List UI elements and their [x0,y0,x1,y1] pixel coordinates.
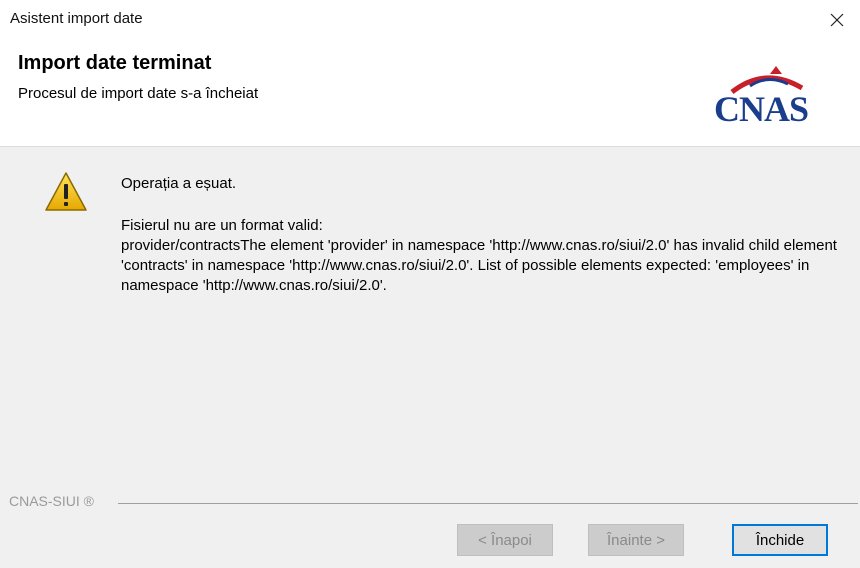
wizard-header: Import date terminat Procesul de import … [0,40,860,147]
window-title: Asistent import date [10,10,143,27]
back-button[interactable]: < Înapoi [457,524,553,556]
footer-divider [118,503,858,504]
warning-icon [45,172,87,211]
next-button[interactable]: Înainte > [588,524,684,556]
logo-text: CNAS [714,89,809,129]
close-icon [830,13,844,27]
close-button[interactable] [814,0,860,40]
title-bar: Asistent import date [0,0,860,40]
message-body: Fisierul nu are un format valid: provide… [121,217,837,294]
page-title: Import date terminat [18,52,212,74]
cnas-logo: CNAS [710,60,840,132]
content-panel: Operația a eșuat. Fisierul nu are un for… [0,147,860,568]
page-subtitle: Procesul de import date s-a încheiat [18,85,259,102]
message-title: Operația a eșuat. [121,175,237,192]
footer-brand: CNAS-SIUI ® [9,493,94,509]
close-dialog-button[interactable]: Închide [732,524,828,556]
